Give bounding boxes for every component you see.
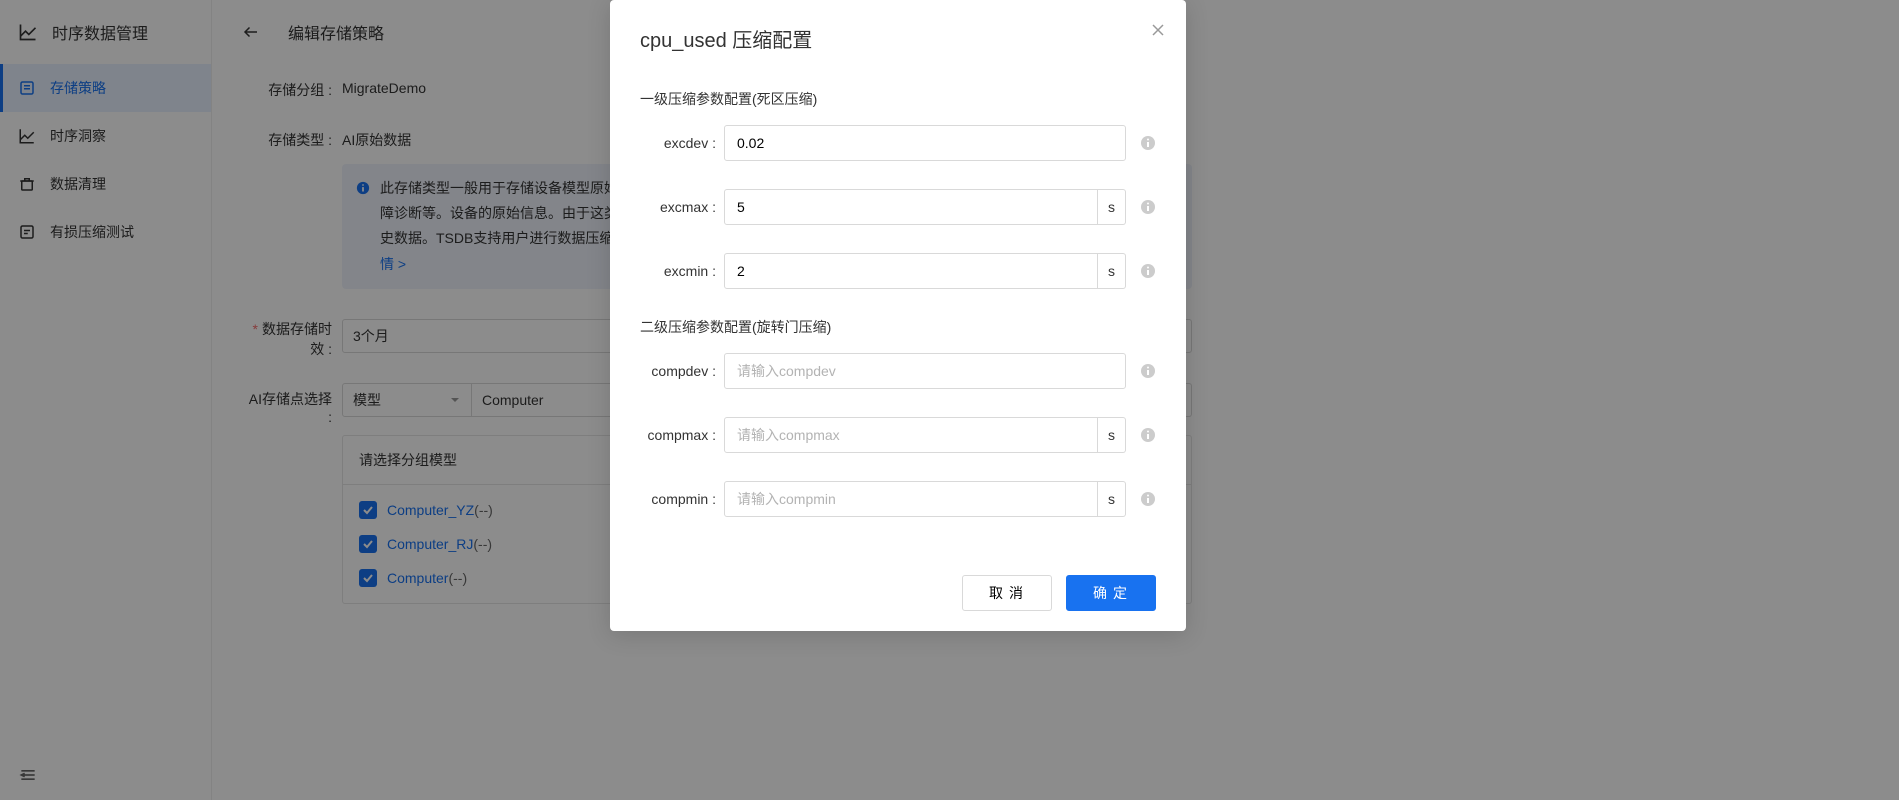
help-icon[interactable] xyxy=(1140,135,1156,151)
help-icon[interactable] xyxy=(1140,491,1156,507)
compmax-label: compmax : xyxy=(640,427,724,443)
excmin-label: excmin : xyxy=(640,263,724,279)
unit-seconds: s xyxy=(1098,253,1126,289)
excdev-label: excdev : xyxy=(640,135,724,151)
cancel-button[interactable]: 取消 xyxy=(962,575,1052,611)
compdev-label: compdev : xyxy=(640,363,724,379)
compression-config-modal: cpu_used 压缩配置 一级压缩参数配置(死区压缩) excdev : ex… xyxy=(610,0,1186,631)
help-icon[interactable] xyxy=(1140,263,1156,279)
excmax-input[interactable] xyxy=(724,189,1098,225)
excmax-label: excmax : xyxy=(640,199,724,215)
close-icon[interactable] xyxy=(1150,22,1166,38)
compmin-label: compmin : xyxy=(640,491,724,507)
help-icon[interactable] xyxy=(1140,363,1156,379)
section1-title: 一级压缩参数配置(死区压缩) xyxy=(640,89,1156,109)
excmin-input[interactable] xyxy=(724,253,1098,289)
modal-header: cpu_used 压缩配置 xyxy=(610,0,1186,63)
compdev-input[interactable] xyxy=(724,353,1126,389)
modal-body: 一级压缩参数配置(死区压缩) excdev : excmax : s excmi… xyxy=(610,63,1186,565)
help-icon[interactable] xyxy=(1140,199,1156,215)
excdev-input[interactable] xyxy=(724,125,1126,161)
modal-title: cpu_used 压缩配置 xyxy=(640,24,1156,53)
unit-seconds: s xyxy=(1098,189,1126,225)
unit-seconds: s xyxy=(1098,481,1126,517)
compmin-input[interactable] xyxy=(724,481,1098,517)
modal-footer: 取消 确定 xyxy=(610,565,1186,631)
compmax-input[interactable] xyxy=(724,417,1098,453)
unit-seconds: s xyxy=(1098,417,1126,453)
section2-title: 二级压缩参数配置(旋转门压缩) xyxy=(640,317,1156,337)
confirm-button[interactable]: 确定 xyxy=(1066,575,1156,611)
help-icon[interactable] xyxy=(1140,427,1156,443)
